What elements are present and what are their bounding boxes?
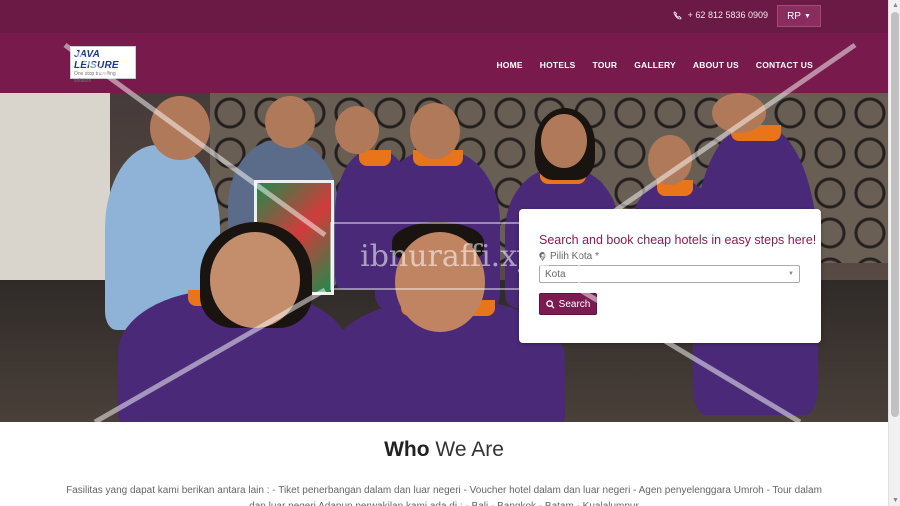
logo-title: JAVA LEISURE xyxy=(74,49,119,71)
search-button[interactable]: Search xyxy=(539,293,597,315)
nav-tour[interactable]: TOUR xyxy=(592,60,617,70)
person-head xyxy=(335,106,379,154)
person-head xyxy=(541,114,587,168)
watermark: ibnuraffi.xyz xyxy=(330,222,580,290)
person-head xyxy=(712,93,766,133)
phone-icon xyxy=(673,10,682,20)
page: + 62 812 5836 0909 RP ▼ JAVA LEISURE One… xyxy=(0,0,888,506)
caret-down-icon: ▼ xyxy=(803,12,811,20)
person-head xyxy=(410,103,460,159)
person-head xyxy=(648,135,692,185)
scrollbar-thumb[interactable] xyxy=(891,12,899,417)
nav-contact-us[interactable]: CONTACT US xyxy=(756,60,813,70)
about-description: Fasilitas yang dapat kami berikan antara… xyxy=(66,485,822,506)
nav-home[interactable]: HOME xyxy=(496,60,522,70)
main-navbar: JAVA LEISURE One stop travelling solutio… xyxy=(0,33,888,93)
person-head xyxy=(150,96,210,160)
person-head xyxy=(265,96,315,148)
currency-label: RP xyxy=(787,10,801,22)
caret-down-icon: ▼ xyxy=(788,271,794,277)
phone-contact[interactable]: + 62 812 5836 0909 xyxy=(673,10,768,20)
about-title-rest: We Are xyxy=(435,438,504,461)
nav-menu: HOME HOTELS TOUR GALLERY ABOUT US CONTAC… xyxy=(496,60,813,70)
search-button-label: Search xyxy=(558,298,591,310)
about-title-bold: Who xyxy=(384,438,430,461)
nav-hotels[interactable]: HOTELS xyxy=(540,60,576,70)
search-icon xyxy=(545,299,555,309)
nav-gallery[interactable]: GALLERY xyxy=(634,60,676,70)
currency-dropdown[interactable]: RP ▼ xyxy=(777,5,821,27)
logo-tagline: One stop travelling solution xyxy=(74,71,116,84)
top-bar: + 62 812 5836 0909 RP ▼ xyxy=(0,0,888,33)
site-logo[interactable]: JAVA LEISURE One stop travelling solutio… xyxy=(70,46,136,84)
nav-about-us[interactable]: ABOUT US xyxy=(693,60,739,70)
phone-number: + 62 812 5836 0909 xyxy=(687,10,768,20)
scroll-up-icon[interactable]: ▲ xyxy=(892,2,899,9)
person-head xyxy=(210,232,300,328)
about-title: Who We Are xyxy=(0,438,888,462)
page-scrollbar[interactable]: ▲ ▼ xyxy=(888,0,900,506)
scroll-down-icon[interactable]: ▼ xyxy=(892,497,899,504)
